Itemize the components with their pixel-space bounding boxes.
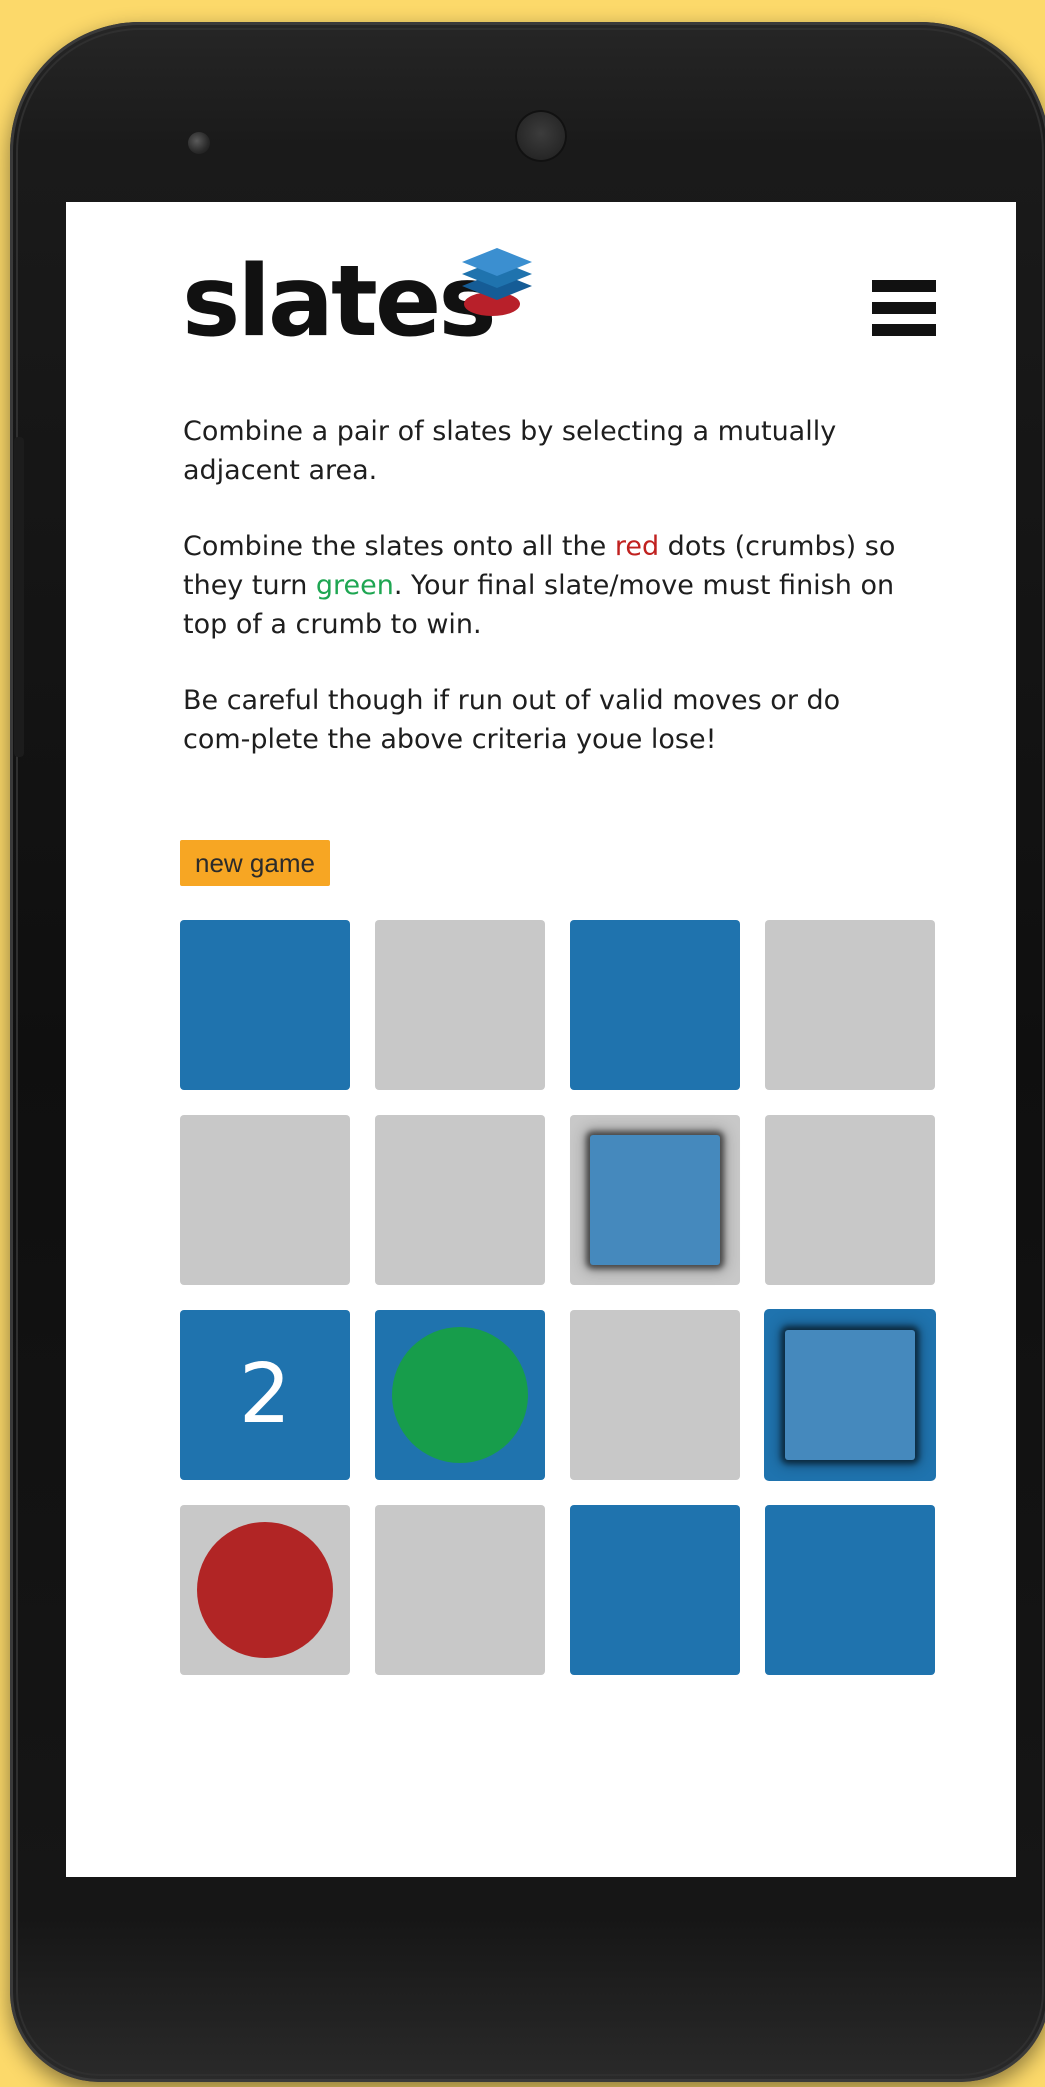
slate-cell[interactable]: [765, 1505, 935, 1675]
app-header: slates: [66, 202, 1016, 382]
slate-cell[interactable]: [570, 1505, 740, 1675]
slate-cell[interactable]: [180, 920, 350, 1090]
menu-bar: [872, 324, 936, 336]
instruction-paragraph-1: Combine a pair of slates by selecting a …: [183, 416, 837, 486]
instruction-text: Combine the slates onto all the: [183, 531, 615, 562]
slate-cell[interactable]: 2: [180, 1310, 350, 1480]
logo-text: slates: [182, 245, 497, 359]
menu-bar: [872, 302, 936, 314]
stacked-slates-logo-icon: [462, 248, 532, 316]
hamburger-menu-icon[interactable]: [872, 280, 936, 340]
empty-cell[interactable]: [570, 1115, 740, 1285]
phone-side-button: [14, 437, 24, 757]
red-word: red: [614, 531, 660, 562]
selected-slate[interactable]: [785, 1330, 915, 1460]
page-background: slates Combine a pair of slates by selec…: [0, 0, 1045, 2087]
slate-stack-count: 2: [238, 1347, 292, 1442]
instruction-paragraph-3: Be careful though if run out of valid mo…: [183, 685, 841, 755]
slates-logo[interactable]: slates: [182, 242, 562, 362]
new-game-button[interactable]: new game: [180, 840, 330, 886]
instruction-paragraph-2: Combine the slates onto all the red dots…: [183, 527, 913, 644]
slate-cell[interactable]: [765, 1310, 935, 1480]
game-board: 2: [180, 920, 940, 1680]
selected-slate[interactable]: [590, 1135, 720, 1265]
empty-cell[interactable]: [180, 1505, 350, 1675]
empty-cell[interactable]: [765, 920, 935, 1090]
earpiece-speaker-icon: [515, 110, 567, 162]
menu-bar: [872, 280, 936, 292]
empty-cell[interactable]: [570, 1310, 740, 1480]
phone-frame: slates Combine a pair of slates by selec…: [10, 22, 1045, 2082]
green-word: green: [315, 570, 394, 601]
slate-cell[interactable]: [375, 1310, 545, 1480]
empty-cell[interactable]: [375, 920, 545, 1090]
empty-cell[interactable]: [375, 1115, 545, 1285]
app-screen: slates Combine a pair of slates by selec…: [66, 202, 1016, 1877]
empty-cell[interactable]: [180, 1115, 350, 1285]
game-instructions: Combine a pair of slates by selecting a …: [183, 412, 913, 796]
slate-cell[interactable]: [570, 920, 740, 1090]
green-crumb: [392, 1327, 528, 1463]
empty-cell[interactable]: [375, 1505, 545, 1675]
empty-cell[interactable]: [765, 1115, 935, 1285]
front-camera-icon: [188, 132, 210, 154]
red-crumb: [197, 1522, 333, 1658]
